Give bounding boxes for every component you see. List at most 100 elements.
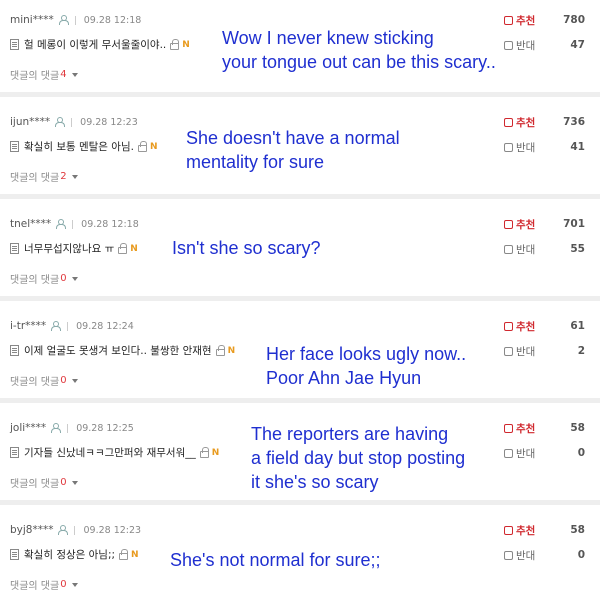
replies-label: 댓글의 댓글	[10, 173, 60, 184]
timestamp: 09.28 12:25	[76, 422, 134, 434]
comment-item: byj8**** 09.28 12:23 확실히 정상은 아님;; N 댓글의 …	[0, 510, 600, 608]
lock-icon	[137, 141, 147, 152]
replies-toggle[interactable]: 댓글의 댓글 0	[10, 271, 78, 286]
downvote-count: 47	[570, 39, 585, 51]
document-icon	[10, 345, 19, 356]
timestamp: 09.28 12:18	[81, 218, 139, 230]
user-icon	[58, 15, 69, 25]
timestamp: 09.28 12:23	[83, 524, 142, 536]
upvote-count: 736	[563, 116, 585, 128]
comment-text: 확실히 정상은 아님;; N	[10, 547, 139, 562]
timestamp: 09.28 12:24	[76, 320, 134, 332]
divider	[74, 525, 76, 535]
comment-item: joli**** 09.28 12:25 기자들 신났네ㅋㅋ그만퍼와 재무서워_…	[0, 408, 600, 505]
downvote-count: 0	[577, 447, 585, 459]
upvote-button[interactable]: 추천	[504, 421, 535, 436]
translation-line: it she's so scary	[251, 472, 379, 492]
chevron-down-icon	[71, 174, 78, 179]
comment-text-content: 이제 얼굴도 못생겨 보인다.. 불쌍한 안재현	[24, 345, 212, 357]
username[interactable]: mini****	[10, 14, 54, 26]
username[interactable]: i-tr****	[10, 320, 46, 332]
downvote-button[interactable]: 반대	[504, 140, 535, 155]
translation-line: mentality for sure	[186, 152, 325, 172]
comment-item: mini**** 09.28 12:18 헐 메롱이 이렇게 무서울줄이야.. …	[0, 0, 600, 97]
username[interactable]: joli****	[10, 422, 46, 434]
new-badge: N	[130, 243, 138, 254]
replies-toggle[interactable]: 댓글의 댓글 0	[10, 373, 78, 388]
comment-text-content: 기자들 신났네ㅋㅋ그만퍼와 재무서워__	[24, 447, 196, 459]
translation-overlay: Wow I never knew sticking your tongue ou…	[222, 26, 496, 74]
upvote-button[interactable]: 추천	[504, 13, 535, 28]
replies-toggle[interactable]: 댓글의 댓글 2	[10, 169, 78, 184]
downvote-button[interactable]: 반대	[504, 344, 535, 359]
comment-text: 기자들 신났네ㅋㅋ그만퍼와 재무서워__ N	[10, 445, 219, 460]
username[interactable]: ijun****	[10, 116, 50, 128]
comment-meta: i-tr**** 09.28 12:24	[10, 320, 134, 332]
comment-meta: tnel**** 09.28 12:18	[10, 218, 139, 230]
upvote-button[interactable]: 추천	[504, 217, 535, 232]
downvote-count: 0	[577, 549, 585, 561]
downvote-button[interactable]: 반대	[504, 38, 535, 53]
downvote-count: 41	[570, 141, 585, 153]
replies-toggle[interactable]: 댓글의 댓글 0	[10, 475, 78, 490]
upvote-count: 58	[570, 524, 585, 536]
new-badge: N	[131, 549, 139, 560]
divider	[67, 423, 69, 433]
translation-line: Poor Ahn Jae Hyun	[266, 368, 422, 388]
comment-text-content: 확실히 정상은 아님;;	[24, 549, 116, 561]
upvote-count: 61	[570, 320, 585, 332]
user-icon	[55, 219, 67, 229]
comment-item: i-tr**** 09.28 12:24 이제 얼굴도 못생겨 보인다.. 불쌍…	[0, 306, 600, 403]
thumb-down-icon	[504, 245, 513, 254]
thumb-down-icon	[504, 347, 513, 356]
replies-label: 댓글의 댓글	[10, 71, 60, 82]
thumb-up-icon	[504, 526, 513, 535]
comment-text-content: 헐 메롱이 이렇게 무서울줄이야..	[24, 39, 167, 51]
translation-line: The reporters are having	[251, 424, 449, 444]
document-icon	[10, 243, 19, 254]
upvote-button[interactable]: 추천	[504, 523, 535, 538]
user-icon	[54, 117, 66, 127]
username[interactable]: byj8****	[10, 524, 53, 536]
divider	[67, 321, 69, 331]
thumb-down-icon	[504, 143, 513, 152]
new-badge: N	[227, 345, 236, 356]
replies-toggle[interactable]: 댓글의 댓글 4	[10, 67, 78, 82]
translation-line: Isn't she so scary?	[172, 238, 321, 258]
username[interactable]: tnel****	[10, 218, 51, 230]
replies-toggle[interactable]: 댓글의 댓글 0	[10, 577, 78, 592]
downvote-button[interactable]: 반대	[504, 242, 535, 257]
upvote-count: 58	[570, 422, 585, 434]
replies-count: 0	[60, 579, 67, 590]
new-badge: N	[149, 141, 158, 152]
downvote-button[interactable]: 반대	[504, 446, 535, 461]
translation-line: your tongue out can be this scary..	[222, 52, 496, 72]
chevron-down-icon	[71, 480, 78, 485]
new-badge: N	[182, 39, 190, 50]
comment-text: 너무무섭지않나요 ㅠ N	[10, 241, 138, 256]
comment-text: 확실히 보통 멘탈은 아님. N	[10, 139, 158, 154]
replies-count: 0	[60, 273, 67, 284]
translation-line: She doesn't have a normal	[186, 128, 400, 148]
translation-overlay: The reporters are having a field day but…	[251, 422, 465, 494]
replies-count: 2	[60, 171, 67, 182]
user-icon	[57, 525, 69, 535]
chevron-down-icon	[71, 276, 78, 281]
divider	[74, 15, 76, 25]
upvote-label: 추천	[516, 321, 536, 333]
comment-text: 헐 메롱이 이렇게 무서울줄이야.. N	[10, 37, 190, 52]
downvote-label: 반대	[516, 346, 536, 358]
translation-line: Her face looks ugly now..	[266, 344, 467, 364]
downvote-button[interactable]: 반대	[504, 548, 535, 563]
translation-overlay: She doesn't have a normal mentality for …	[186, 126, 400, 174]
thumb-up-icon	[504, 322, 513, 331]
upvote-button[interactable]: 추천	[504, 115, 535, 130]
lock-icon	[170, 39, 180, 50]
new-badge: N	[211, 447, 220, 458]
downvote-label: 반대	[516, 448, 536, 460]
upvote-button[interactable]: 추천	[504, 319, 535, 334]
downvote-count: 2	[577, 345, 585, 357]
downvote-label: 반대	[516, 142, 536, 154]
timestamp: 09.28 12:18	[83, 14, 142, 26]
translation-line: a field day but stop posting	[251, 448, 466, 468]
